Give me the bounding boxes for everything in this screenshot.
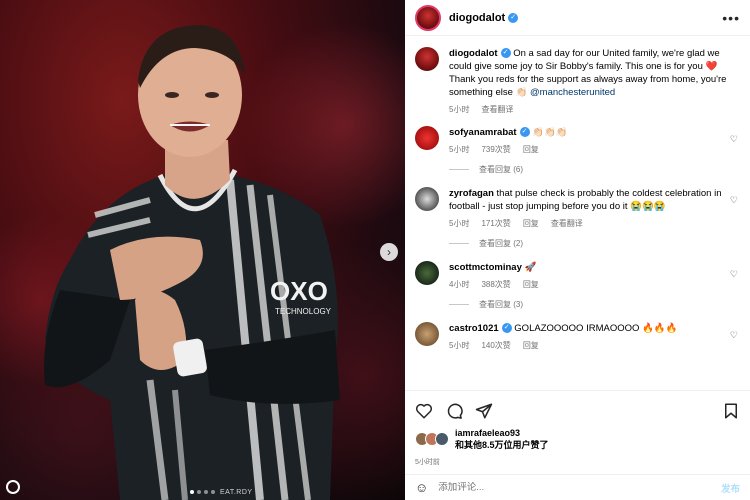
comment-time: 5小时	[449, 219, 470, 228]
reply-button[interactable]: 回复	[523, 217, 539, 230]
likes-count[interactable]: 和其他8.5万位用户赞了	[455, 440, 549, 450]
verified-icon: ✓	[501, 323, 512, 334]
translate-button[interactable]: 查看翻译	[481, 103, 513, 116]
avatar[interactable]	[415, 126, 439, 150]
carousel-dot	[204, 490, 208, 494]
carousel-dot	[197, 490, 201, 494]
comment-likes[interactable]: 388次赞	[481, 278, 510, 291]
chevron-right-icon[interactable]: ›	[380, 243, 398, 261]
view-replies-label[interactable]: 查看回复 (6)	[479, 164, 523, 175]
comment-meta: 4小时 388次赞 回复	[449, 278, 729, 291]
comment-username[interactable]: sofyanamrabat	[449, 127, 517, 138]
comment-input[interactable]	[438, 482, 689, 493]
comment-text: 🚀	[524, 262, 537, 273]
share-icon[interactable]	[475, 402, 493, 420]
comment-username[interactable]: castro1021	[449, 323, 499, 334]
reply-button[interactable]: 回复	[523, 339, 539, 352]
divider	[449, 243, 469, 244]
comment-text: 👏🏻👏🏻👏🏻	[532, 127, 568, 138]
heart-icon[interactable]: ♡	[730, 134, 738, 145]
action-icons	[415, 397, 740, 425]
avatar[interactable]	[415, 261, 439, 285]
avatar[interactable]	[415, 187, 439, 211]
comments-list[interactable]: diogodalot ✓ On a sad day for our United …	[405, 37, 750, 388]
carousel-dot	[211, 490, 215, 494]
comment-body: scottmctominay 🚀 4小时 388次赞 回复	[449, 261, 729, 291]
comment-time: 4小时	[449, 280, 470, 289]
liker-avatars	[415, 432, 449, 446]
comment-text: GOLAZOOOOO IRMAOOOO 🔥🔥🔥	[514, 323, 678, 334]
caption-meta: 5小时 查看翻译	[449, 103, 729, 116]
post-button[interactable]: 发布	[721, 481, 740, 495]
avatar[interactable]	[415, 4, 441, 31]
comment-icon[interactable]	[445, 402, 463, 420]
likes-text: iamrafaeleao93 和其他8.5万位用户赞了	[455, 427, 549, 451]
comment-body: zyrofagan that pulse check is probably t…	[449, 187, 729, 230]
avatar[interactable]	[435, 432, 449, 446]
caption-time: 5小时	[449, 105, 470, 114]
action-bar: iamrafaeleao93 和其他8.5万位用户赞了 5小时前	[405, 390, 750, 467]
heart-icon[interactable]: ♡	[730, 330, 738, 341]
comment-likes[interactable]: 140次赞	[481, 339, 510, 352]
view-replies[interactable]: 查看回复 (3)	[449, 299, 740, 310]
caption-username[interactable]: diogodalot	[449, 48, 498, 59]
avatar[interactable]	[415, 322, 439, 346]
player-illustration: OXO TECHNOLOGY	[44, 25, 340, 500]
divider	[449, 169, 469, 170]
comment-item: zyrofagan that pulse check is probably t…	[415, 187, 740, 230]
author-username[interactable]: diogodalot	[449, 12, 505, 24]
comment-meta: 5小时 140次赞 回复	[449, 339, 729, 352]
view-replies[interactable]: 查看回复 (2)	[449, 238, 740, 249]
carousel-dot	[190, 490, 194, 494]
comment-meta: 5小时 739次赞 回复	[449, 143, 729, 156]
verified-icon: ✓	[519, 127, 530, 138]
translate-button[interactable]: 查看翻译	[551, 217, 583, 230]
verified-icon: ✓	[508, 12, 519, 23]
user-tag-icon[interactable]	[6, 480, 20, 494]
caption: diogodalot ✓ On a sad day for our United …	[415, 47, 740, 116]
comment-time: 5小时	[449, 145, 470, 154]
more-icon[interactable]: •••	[722, 10, 740, 26]
reply-button[interactable]: 回复	[523, 143, 539, 156]
bookmark-icon[interactable]	[722, 402, 740, 420]
add-comment-bar: ☺ 发布	[405, 474, 750, 500]
likes-summary: iamrafaeleao93 和其他8.5万位用户赞了	[415, 427, 740, 451]
emoji-icon[interactable]: ☺	[415, 480, 428, 495]
reply-button[interactable]: 回复	[523, 278, 539, 291]
comment-item: scottmctominay 🚀 4小时 388次赞 回复 ♡	[415, 261, 740, 291]
comment-item: castro1021 ✓ GOLAZOOOOO IRMAOOOO 🔥🔥🔥 5小时 …	[415, 322, 740, 352]
post-date: 5小时前	[415, 459, 440, 466]
verified-icon: ✓	[500, 48, 511, 59]
avatar[interactable]	[415, 47, 439, 71]
comment-item: sofyanamrabat ✓ 👏🏻👏🏻👏🏻 5小时 739次赞 回复 ♡	[415, 126, 740, 156]
comment-time: 5小时	[449, 341, 470, 350]
caption-mention[interactable]: @manchesterunited	[530, 87, 615, 98]
post-header: diogodalot ✓ •••	[405, 0, 750, 36]
post-photo[interactable]: OXO TECHNOLOGY › EAT.RDY	[0, 0, 405, 500]
comment-meta: 5小时 171次赞 回复 查看翻译	[449, 217, 729, 230]
comment-body: sofyanamrabat ✓ 👏🏻👏🏻👏🏻 5小时 739次赞 回复	[449, 126, 729, 156]
heart-icon[interactable]	[415, 402, 433, 420]
divider	[449, 304, 469, 305]
view-replies[interactable]: 查看回复 (6)	[449, 164, 740, 175]
svg-text:TECHNOLOGY: TECHNOLOGY	[275, 307, 332, 316]
comment-body: castro1021 ✓ GOLAZOOOOO IRMAOOOO 🔥🔥🔥 5小时 …	[449, 322, 729, 352]
svg-text:OXO: OXO	[270, 276, 328, 306]
post-panel: diogodalot ✓ ••• diogodalot ✓ On a sad da…	[405, 0, 750, 500]
first-liker[interactable]: iamrafaeleao93	[455, 428, 520, 438]
comment-likes[interactable]: 739次赞	[481, 143, 510, 156]
comment-username[interactable]: scottmctominay	[449, 262, 522, 273]
heart-icon[interactable]: ♡	[730, 269, 738, 280]
carousel-dots	[190, 490, 215, 494]
heart-icon[interactable]: ♡	[730, 195, 738, 206]
view-replies-label[interactable]: 查看回复 (2)	[479, 238, 523, 249]
comment-username[interactable]: zyrofagan	[449, 188, 494, 199]
photo-tag: EAT.RDY	[220, 489, 253, 496]
view-replies-label[interactable]: 查看回复 (3)	[479, 299, 523, 310]
caption-body: diogodalot ✓ On a sad day for our United …	[449, 47, 729, 116]
comment-likes[interactable]: 171次赞	[481, 217, 510, 230]
